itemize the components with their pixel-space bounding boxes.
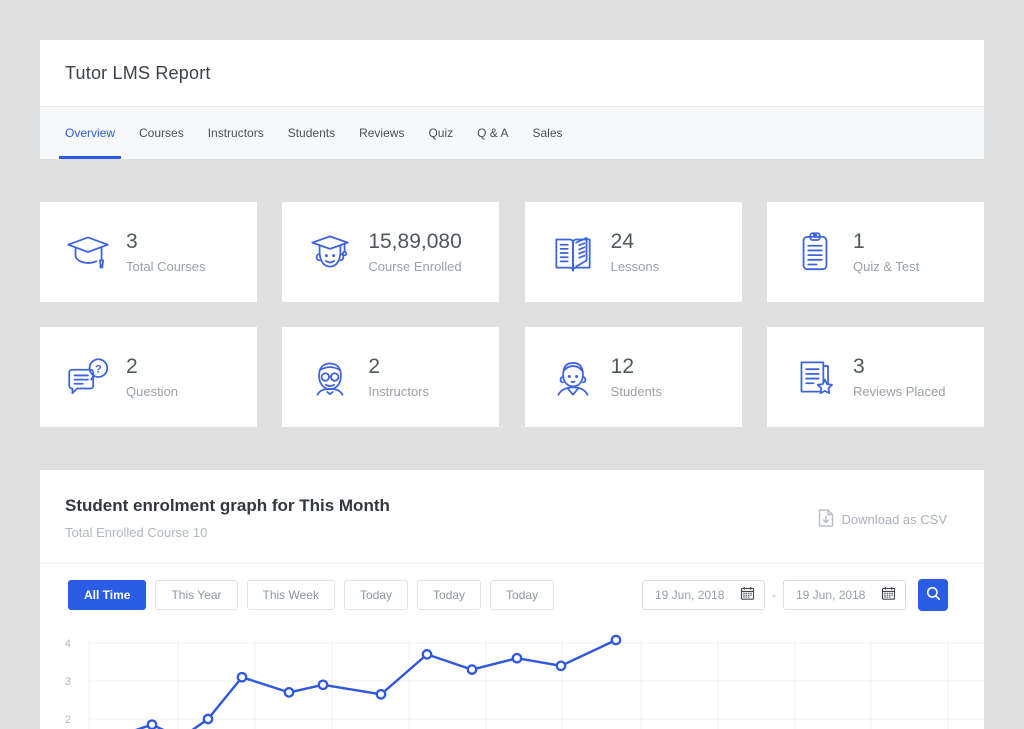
stat-card-total-courses: 3 Total Courses	[40, 202, 257, 302]
date-range-separator: -	[772, 588, 776, 602]
stat-label: Reviews Placed	[853, 384, 946, 399]
filter-today-2[interactable]: Today	[417, 580, 481, 610]
stat-label: Lessons	[611, 259, 659, 274]
enrolment-graph-card: Student enrolment graph for This Month T…	[40, 470, 984, 729]
tab-overview[interactable]: Overview	[59, 107, 121, 159]
divider	[40, 563, 984, 564]
svg-text:4: 4	[65, 638, 71, 650]
tab-students[interactable]: Students	[282, 107, 341, 159]
stat-value: 3	[126, 230, 205, 254]
download-file-icon	[818, 509, 834, 530]
tab-sales[interactable]: Sales	[527, 107, 569, 159]
filter-this-week[interactable]: This Week	[247, 580, 335, 610]
clipboard-icon	[788, 225, 842, 279]
stat-label: Course Enrolled	[368, 259, 461, 274]
page-title: Tutor LMS Report	[65, 63, 211, 84]
student-icon	[546, 350, 600, 404]
stat-row-2: ? 2 Question 2 Instructors	[40, 327, 984, 427]
date-to-input[interactable]: 19 Jun, 2018	[783, 580, 906, 610]
graduation-cap-icon	[61, 225, 115, 279]
stat-value: 12	[611, 355, 662, 379]
open-book-icon	[546, 225, 600, 279]
stat-card-quiz-test: 1 Quiz & Test	[767, 202, 984, 302]
date-to-value: 19 Jun, 2018	[796, 588, 881, 602]
stat-row-1: 3 Total Courses 15,89,080 Course Enrolle…	[40, 202, 984, 302]
filter-all-time[interactable]: All Time	[68, 580, 146, 610]
graduate-student-icon	[303, 225, 357, 279]
tab-qa[interactable]: Q & A	[471, 107, 514, 159]
stat-label: Instructors	[368, 384, 429, 399]
date-search-button[interactable]	[918, 579, 948, 611]
stat-card-reviews-placed: 3 Reviews Placed	[767, 327, 984, 427]
stat-label: Total Courses	[126, 259, 205, 274]
stat-card-instructors: 2 Instructors	[282, 327, 499, 427]
stat-value: 2	[126, 355, 178, 379]
filter-today-1[interactable]: Today	[344, 580, 408, 610]
stat-card-lessons: 24 Lessons	[525, 202, 742, 302]
tab-reviews[interactable]: Reviews	[353, 107, 410, 159]
review-star-doc-icon	[788, 350, 842, 404]
stat-value: 15,89,080	[368, 230, 461, 254]
calendar-icon	[881, 586, 896, 604]
svg-text:3: 3	[65, 676, 71, 688]
stat-card-question: ? 2 Question	[40, 327, 257, 427]
filter-row: All Time This Year This Week Today Today…	[68, 579, 948, 611]
stat-card-course-enrolled: 15,89,080 Course Enrolled	[282, 202, 499, 302]
download-csv-label: Download as CSV	[842, 512, 948, 527]
question-chat-icon: ?	[61, 350, 115, 404]
stat-value: 2	[368, 355, 429, 379]
tab-quiz[interactable]: Quiz	[422, 107, 459, 159]
svg-text:?: ?	[95, 363, 102, 375]
stat-value: 24	[611, 230, 659, 254]
stat-label: Students	[611, 384, 662, 399]
graph-title: Student enrolment graph for This Month	[65, 496, 390, 516]
enrolment-chart: 2 3 4	[40, 620, 984, 729]
svg-text:2: 2	[65, 714, 71, 726]
stat-value: 3	[853, 355, 946, 379]
tab-instructors[interactable]: Instructors	[202, 107, 270, 159]
enrolment-chart-svg: 2 3 4	[40, 620, 984, 729]
calendar-icon	[740, 586, 755, 604]
stat-value: 1	[853, 230, 919, 254]
search-icon	[925, 585, 942, 605]
download-csv-link[interactable]: Download as CSV	[818, 509, 948, 530]
tab-courses[interactable]: Courses	[133, 107, 190, 159]
header-card: Tutor LMS Report Overview Courses Instru…	[40, 40, 984, 159]
tab-bar: Overview Courses Instructors Students Re…	[40, 106, 984, 159]
stat-label: Quiz & Test	[853, 259, 919, 274]
filter-today-3[interactable]: Today	[490, 580, 554, 610]
date-from-value: 19 Jun, 2018	[655, 588, 740, 602]
filter-this-year[interactable]: This Year	[155, 580, 237, 610]
header-top: Tutor LMS Report	[40, 40, 984, 106]
date-from-input[interactable]: 19 Jun, 2018	[642, 580, 765, 610]
stat-card-students: 12 Students	[525, 327, 742, 427]
instructor-icon	[303, 350, 357, 404]
graph-subtitle: Total Enrolled Course 10	[65, 525, 390, 540]
stat-label: Question	[126, 384, 178, 399]
